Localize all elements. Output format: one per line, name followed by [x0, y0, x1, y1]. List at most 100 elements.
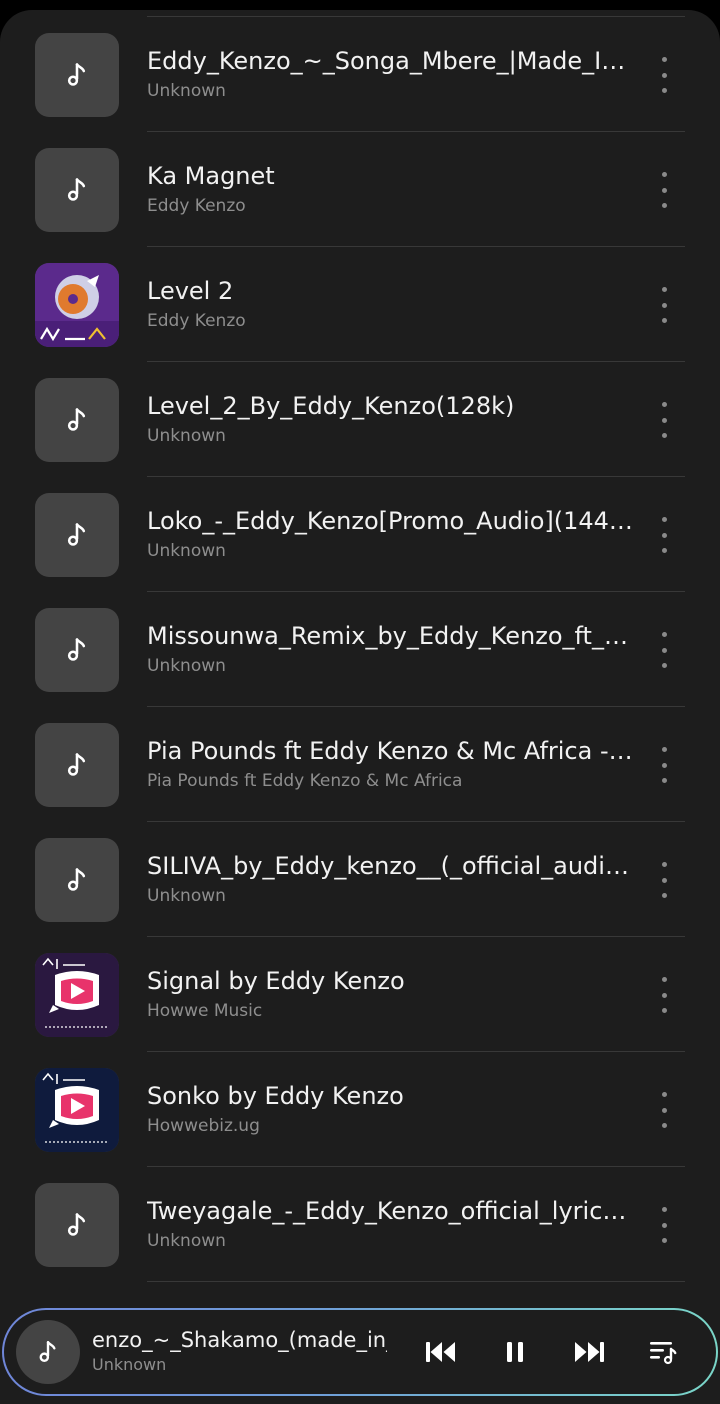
track-artist: Unknown [147, 541, 226, 561]
music-note-icon [67, 178, 86, 201]
track-title: Level 2 [147, 277, 234, 305]
track-art-placeholder [35, 493, 119, 577]
track-list[interactable]: Eddy_Kenzo_~_Songa_Mbere_|Made_In_Africa… [0, 17, 720, 1282]
howwe-music-logo [35, 1068, 119, 1152]
track-title: Loko_-_Eddy_Kenzo[Promo_Audio](144p)(128… [147, 507, 637, 535]
track-artist: Eddy Kenzo [147, 196, 246, 216]
track-artist: Unknown [147, 656, 226, 676]
more-vert-icon-dot [661, 1207, 667, 1212]
track-row[interactable]: Pia Pounds ft Eddy Kenzo & Mc Africa - T… [0, 707, 720, 822]
track-row[interactable]: Missounwa_Remix_by_Eddy_Kenzo_ft_Mc_Afri… [0, 592, 720, 707]
track-art-placeholder [35, 378, 119, 462]
track-artist: Unknown [147, 81, 226, 101]
music-note-icon [67, 1213, 86, 1236]
next-button[interactable] [568, 1331, 610, 1373]
track-info: Signal by Eddy Kenzo Howwe Music [147, 965, 637, 1023]
more-vert-icon-dot [661, 778, 667, 783]
track-info: Level_2_By_Eddy_Kenzo(128k) Unknown [147, 390, 637, 448]
music-note-icon [67, 408, 86, 431]
track-album-art [35, 953, 119, 1037]
more-vert-icon-dot [661, 532, 667, 538]
track-info: Sonko by Eddy Kenzo Howwebiz.ug [147, 1080, 637, 1138]
howwebiz-logo [35, 263, 119, 347]
skip-next-icon [575, 1342, 604, 1362]
more-vert-icon-dot [661, 747, 667, 752]
track-row[interactable]: Ka Magnet Eddy Kenzo [0, 132, 720, 247]
track-row[interactable]: Signal by Eddy Kenzo Howwe Music [0, 937, 720, 1052]
more-vert-icon-dot [661, 187, 667, 193]
track-title: Signal by Eddy Kenzo [147, 967, 405, 995]
track-artist: Howwebiz.ug [147, 1116, 260, 1136]
music-note-icon [39, 1341, 56, 1362]
track-artist: Howwe Music [147, 1001, 263, 1021]
track-row[interactable]: Eddy_Kenzo_~_Songa_Mbere_|Made_In_Africa… [0, 17, 720, 132]
track-artist: Eddy Kenzo [147, 311, 246, 331]
previous-button[interactable] [420, 1331, 462, 1373]
more-vert-icon-dot [661, 402, 667, 407]
track-row[interactable]: SILIVA_by_Eddy_kenzo__(_official_audio_)… [0, 822, 720, 937]
more-vert-icon-dot [661, 992, 667, 998]
more-vert-icon-dot [661, 893, 667, 898]
more-options-button[interactable] [648, 172, 680, 208]
track-info: Tweyagale_-_Eddy_Kenzo_official_lyrics_v… [147, 1195, 637, 1253]
more-options-button[interactable] [648, 402, 680, 438]
more-vert-icon-dot [661, 72, 667, 78]
music-note-icon [67, 523, 86, 546]
more-vert-icon-dot [661, 1092, 667, 1097]
track-album-art [35, 263, 119, 347]
more-vert-icon-dot [661, 1008, 667, 1013]
more-vert-icon-dot [661, 172, 667, 177]
more-vert-icon-dot [661, 877, 667, 883]
more-vert-icon-dot [661, 1123, 667, 1128]
more-options-button[interactable] [648, 57, 680, 93]
track-artist: Pia Pounds ft Eddy Kenzo & Mc Africa [147, 771, 463, 791]
more-vert-icon-dot [661, 287, 667, 292]
more-options-button[interactable] [648, 632, 680, 668]
track-title: Missounwa_Remix_by_Eddy_Kenzo_ft_Mc_Afri… [147, 622, 637, 650]
music-note-icon [67, 63, 86, 86]
more-vert-icon-dot [661, 88, 667, 93]
more-options-button[interactable] [648, 1207, 680, 1243]
track-info: Missounwa_Remix_by_Eddy_Kenzo_ft_Mc_Afri… [147, 620, 637, 678]
more-vert-icon-dot [661, 632, 667, 637]
more-vert-icon-dot [661, 517, 667, 522]
track-title: Tweyagale_-_Eddy_Kenzo_official_lyrics_v… [147, 1197, 637, 1225]
track-row[interactable]: Level 2 Eddy Kenzo [0, 247, 720, 362]
track-title: SILIVA_by_Eddy_kenzo__(_official_audio_) [147, 852, 637, 880]
more-options-button[interactable] [648, 1092, 680, 1128]
track-title: Level_2_By_Eddy_Kenzo(128k) [147, 392, 515, 420]
player-track-artist: Unknown [92, 1355, 167, 1374]
track-artist: Unknown [147, 1231, 226, 1251]
player-track-info[interactable]: enzo_~_Shakamo_(made_in_africa) Unknown [92, 1326, 387, 1376]
queue-button[interactable] [642, 1331, 684, 1373]
track-row[interactable]: Loko_-_Eddy_Kenzo[Promo_Audio](144p)(128… [0, 477, 720, 592]
more-options-button[interactable] [648, 747, 680, 783]
more-vert-icon-dot [661, 203, 667, 208]
track-title: Sonko by Eddy Kenzo [147, 1082, 404, 1110]
track-row[interactable]: Level_2_By_Eddy_Kenzo(128k) Unknown [0, 362, 720, 477]
more-options-button[interactable] [648, 977, 680, 1013]
more-vert-icon-dot [661, 417, 667, 423]
player-album-art [16, 1320, 80, 1384]
track-album-art [35, 1068, 119, 1152]
more-options-button[interactable] [648, 517, 680, 553]
track-artist: Unknown [147, 426, 226, 446]
song-list-screen: Eddy_Kenzo_~_Songa_Mbere_|Made_In_Africa… [0, 10, 720, 1404]
music-note-icon [67, 868, 86, 891]
more-options-button[interactable] [648, 287, 680, 323]
more-vert-icon-dot [661, 1107, 667, 1113]
track-info: Eddy_Kenzo_~_Songa_Mbere_|Made_In_Africa… [147, 45, 637, 103]
more-options-button[interactable] [648, 862, 680, 898]
pause-button[interactable] [494, 1331, 536, 1373]
track-row[interactable]: Sonko by Eddy Kenzo Howwebiz.ug [0, 1052, 720, 1167]
track-art-placeholder [35, 1183, 119, 1267]
mini-player[interactable]: enzo_~_Shakamo_(made_in_africa) Unknown [2, 1308, 718, 1396]
track-art-placeholder [35, 33, 119, 117]
music-note-icon [67, 638, 86, 661]
track-row[interactable]: Tweyagale_-_Eddy_Kenzo_official_lyrics_v… [0, 1167, 720, 1282]
playlist-queue-icon [650, 1342, 677, 1365]
track-title: Pia Pounds ft Eddy Kenzo & Mc Africa - T… [147, 737, 637, 765]
more-vert-icon-dot [661, 318, 667, 323]
mini-player-body[interactable]: enzo_~_Shakamo_(made_in_africa) Unknown [4, 1310, 716, 1394]
more-vert-icon-dot [661, 977, 667, 982]
